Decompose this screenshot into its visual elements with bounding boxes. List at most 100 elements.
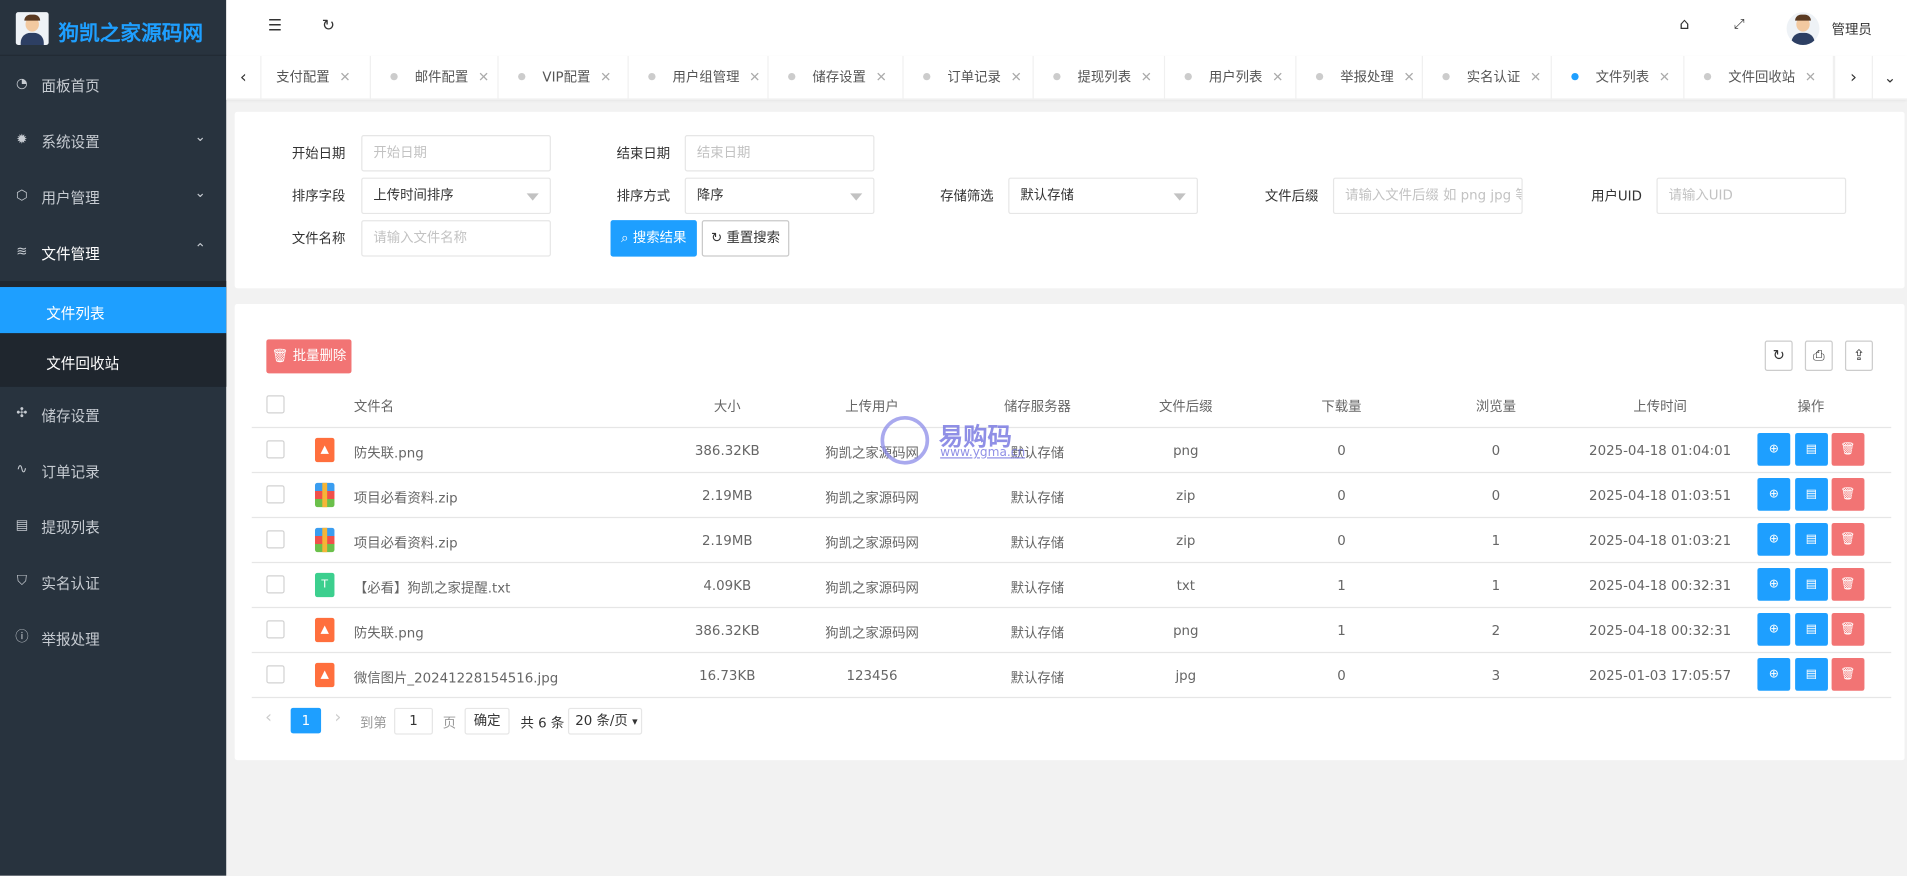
- reset-button[interactable]: ↻ 重置搜索: [701, 220, 790, 257]
- tab[interactable]: 文件列表 ✕: [1552, 55, 1685, 100]
- row-checkbox[interactable]: [266, 485, 285, 504]
- prev-page-icon[interactable]: ‹: [265, 708, 272, 727]
- table-refresh-icon[interactable]: ↻: [1764, 340, 1793, 371]
- file-name[interactable]: 项目必看资料.zip: [354, 488, 458, 507]
- print-icon[interactable]: ⎙: [1804, 340, 1833, 371]
- delete-button[interactable]: 🗑: [1831, 432, 1865, 466]
- submenu-item[interactable]: 文件列表: [0, 287, 227, 334]
- details-button[interactable]: ▤: [1795, 522, 1828, 556]
- trash-icon: 🗑: [1840, 577, 1856, 592]
- sidebar-item[interactable]: ∿ 订单记录: [0, 443, 226, 499]
- uid-input[interactable]: 请输入UID: [1656, 177, 1847, 215]
- file-name[interactable]: 【必看】狗凯之家提醒.txt: [354, 578, 510, 597]
- row-checkbox[interactable]: [266, 530, 285, 549]
- refresh-icon[interactable]: ↻: [316, 17, 340, 35]
- download-button[interactable]: ⊕: [1757, 477, 1791, 511]
- cell-user: 狗凯之家源码网: [825, 580, 919, 596]
- storage-filter-select[interactable]: 默认存储: [1008, 177, 1198, 215]
- sidebar-item[interactable]: ⬡ 用户管理 ⌄: [0, 169, 226, 225]
- tab-scroll-left-icon[interactable]: ‹: [226, 55, 262, 100]
- sort-order-select[interactable]: 降序: [684, 177, 875, 215]
- close-icon[interactable]: ✕: [1403, 69, 1414, 85]
- sidebar-item[interactable]: ✣ 储存设置: [0, 387, 226, 443]
- details-button[interactable]: ▤: [1795, 657, 1828, 691]
- search-button[interactable]: ⌕ 搜索结果: [610, 220, 697, 257]
- ext-input[interactable]: 请输入文件后缀 如 png jpg 等: [1332, 177, 1523, 215]
- sort-field-select[interactable]: 上传时间排序: [361, 177, 551, 215]
- page-size-select[interactable]: 20 条/页 ▾: [567, 707, 643, 735]
- logo[interactable]: 狗凯之家源码网: [0, 0, 227, 56]
- batch-delete-button[interactable]: 🗑 批量删除: [266, 339, 352, 374]
- batch-delete-label: 批量删除: [292, 347, 347, 364]
- close-icon[interactable]: ✕: [749, 69, 760, 85]
- tab-menu-chevron-down-icon[interactable]: ⌄: [1873, 56, 1907, 100]
- sidebar-item[interactable]: ⛉ 实名认证: [0, 555, 226, 611]
- goto-confirm-button[interactable]: 确定: [464, 707, 510, 735]
- export-icon[interactable]: ⇪: [1844, 340, 1873, 371]
- tab-scroll-right-icon[interactable]: ›: [1834, 55, 1873, 100]
- delete-button[interactable]: 🗑: [1831, 567, 1865, 601]
- menu-fold-icon[interactable]: ☰: [263, 17, 287, 35]
- tab[interactable]: 举报处理 ✕: [1296, 55, 1423, 100]
- tab[interactable]: 提现列表 ✕: [1034, 55, 1166, 100]
- tab[interactable]: 订单记录 ✕: [904, 55, 1034, 100]
- start-date-input[interactable]: 开始日期: [361, 134, 551, 172]
- details-button[interactable]: ▤: [1795, 612, 1828, 646]
- sidebar-item[interactable]: ⓘ 举报处理: [0, 611, 226, 667]
- file-name[interactable]: 防失联.png: [354, 623, 424, 642]
- close-icon[interactable]: ✕: [478, 69, 489, 85]
- file-name[interactable]: 防失联.png: [354, 443, 424, 462]
- close-icon[interactable]: ✕: [1805, 69, 1816, 85]
- row-checkbox[interactable]: [266, 440, 285, 459]
- close-icon[interactable]: ✕: [1530, 69, 1541, 85]
- tab[interactable]: 储存设置 ✕: [769, 55, 904, 100]
- delete-button[interactable]: 🗑: [1831, 477, 1865, 511]
- details-button[interactable]: ▤: [1795, 432, 1828, 466]
- sidebar-item[interactable]: ≋ 文件管理 ⌃: [0, 225, 226, 281]
- details-button[interactable]: ▤: [1795, 567, 1828, 601]
- sidebar-item[interactable]: ▤ 提现列表: [0, 499, 226, 555]
- tab[interactable]: 支付配置 ✕: [261, 55, 371, 100]
- close-icon[interactable]: ✕: [1659, 69, 1670, 85]
- row-checkbox[interactable]: [266, 575, 285, 594]
- goto-page-input[interactable]: 1: [394, 707, 433, 735]
- download-button[interactable]: ⊕: [1757, 567, 1791, 601]
- chevron-up-icon: ⌃: [194, 240, 206, 257]
- close-icon[interactable]: ✕: [876, 69, 887, 85]
- delete-button[interactable]: 🗑: [1831, 657, 1865, 691]
- user-name[interactable]: 管理员: [1832, 19, 1872, 38]
- file-name[interactable]: 微信图片_20241228154516.jpg: [354, 668, 558, 687]
- end-date-input[interactable]: 结束日期: [684, 134, 875, 172]
- download-button[interactable]: ⊕: [1757, 612, 1791, 646]
- next-page-icon[interactable]: ›: [334, 708, 341, 727]
- row-checkbox[interactable]: [266, 620, 285, 639]
- tab[interactable]: 用户组管理 ✕: [629, 55, 769, 100]
- download-button[interactable]: ⊕: [1757, 432, 1791, 466]
- tab[interactable]: 实名认证 ✕: [1423, 55, 1552, 100]
- details-button[interactable]: ▤: [1795, 477, 1828, 511]
- user-avatar[interactable]: [1786, 12, 1820, 45]
- tab[interactable]: VIP配置 ✕: [499, 55, 629, 100]
- sidebar-item[interactable]: ✹ 系统设置 ⌄: [0, 113, 226, 169]
- row-checkbox[interactable]: [266, 665, 285, 684]
- tab[interactable]: 用户列表 ✕: [1165, 55, 1297, 100]
- submenu-item[interactable]: 文件回收站: [0, 333, 227, 387]
- close-icon[interactable]: ✕: [1011, 69, 1022, 85]
- close-icon[interactable]: ✕: [339, 69, 350, 85]
- delete-button[interactable]: 🗑: [1831, 522, 1865, 556]
- tab[interactable]: 文件回收站 ✕: [1684, 55, 1835, 100]
- delete-button[interactable]: 🗑: [1831, 612, 1865, 646]
- close-icon[interactable]: ✕: [1141, 69, 1152, 85]
- download-button[interactable]: ⊕: [1757, 657, 1791, 691]
- home-icon[interactable]: ⌂: [1672, 16, 1696, 34]
- select-all-checkbox[interactable]: [266, 395, 285, 414]
- sidebar-item[interactable]: ◔ 面板首页: [0, 57, 226, 113]
- file-name-input[interactable]: 请输入文件名称: [361, 220, 551, 257]
- close-icon[interactable]: ✕: [600, 69, 611, 85]
- file-name[interactable]: 项目必看资料.zip: [354, 533, 458, 552]
- close-icon[interactable]: ✕: [1272, 69, 1283, 85]
- page-1-button[interactable]: 1: [290, 707, 322, 734]
- tab[interactable]: 邮件配置 ✕: [371, 55, 499, 100]
- download-button[interactable]: ⊕: [1757, 522, 1791, 556]
- fullscreen-icon[interactable]: ⤢: [1727, 16, 1751, 33]
